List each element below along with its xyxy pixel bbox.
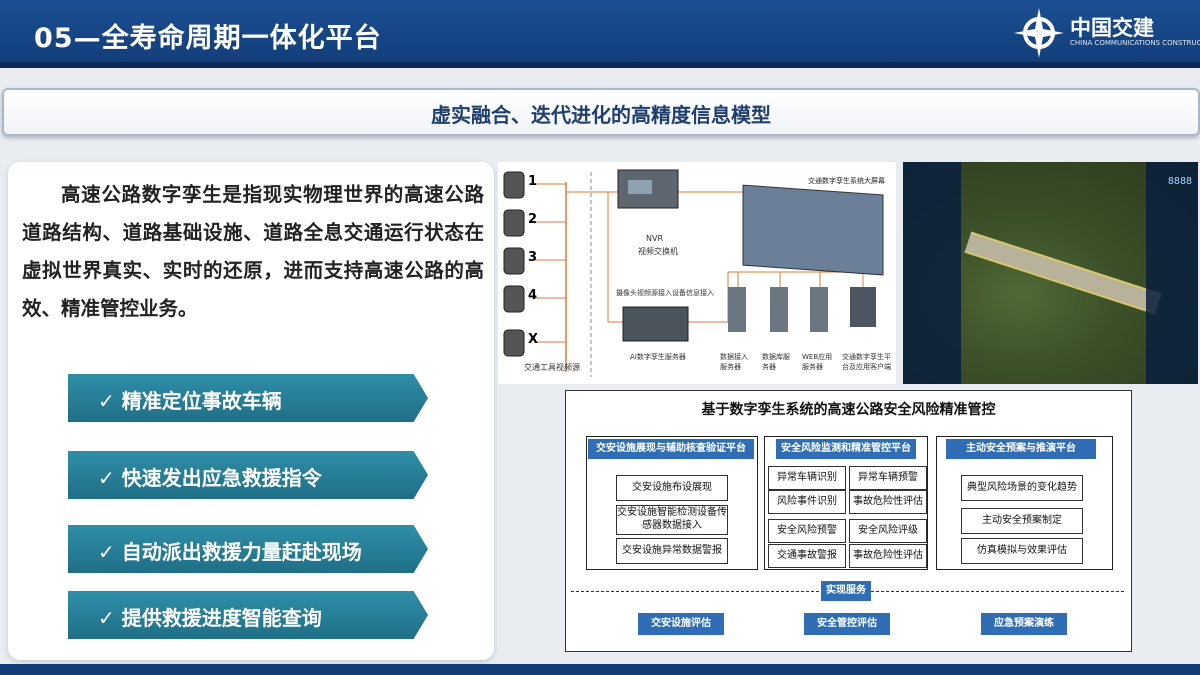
logo-subtext: CHINA COMMUNICATIONS CONSTRUCTION: [1070, 39, 1200, 47]
group-header: 安全风险监测和精准管控平台: [776, 439, 916, 459]
camera-label: X: [528, 332, 539, 347]
server-caption: 数据接入服务器: [720, 353, 748, 371]
server-caption: WEB应用服务器: [802, 353, 833, 371]
diagram-cell: 安全风险评级: [849, 519, 927, 543]
network-lines: [503, 169, 884, 377]
map-digit-readout: 8888: [1167, 176, 1192, 187]
diagram-cell: 异常车辆识别: [768, 466, 846, 490]
feature-label: ✓ 自动派出救援力量赶赴现场: [98, 540, 362, 564]
service-item: 应急预案演练: [981, 613, 1067, 635]
diagram-title: 基于数字孪生系统的高速公路安全风险精准管控: [701, 402, 996, 418]
diagram-cell: 事故危险性评估: [849, 490, 927, 514]
camera-network-diagram: 1 2 3 4 X 交通工具视频源 NVR 视频交换机 交通数字孪生系统大屏幕 …: [498, 162, 896, 384]
logo-text: 中国交建: [1070, 16, 1154, 40]
feature-item: ✓ 快速发出应急救援指令: [68, 451, 428, 499]
feature-item: ✓ 自动派出救援力量赶赴现场: [68, 525, 428, 573]
service-item: 交安设施评估: [638, 613, 724, 635]
page-title: 05—全寿命周期一体化平台: [34, 23, 382, 54]
service-item: 安全管控评估: [804, 613, 890, 635]
screen-caption: 交通数字孪生系统大屏幕: [808, 177, 885, 185]
intro-paragraph: 高速公路数字孪生是指现实物理世界的高速公路道路结构、道路基础设施、道路全息交通运…: [22, 183, 484, 320]
diagram-cell: 异常车辆预警: [849, 466, 927, 490]
feature-label: ✓ 提供救援进度智能查询: [98, 606, 322, 630]
diagram-cell: 交安设施布设展现: [616, 475, 728, 501]
camera-label: 4: [528, 288, 538, 303]
nvr-caption: 视频交换机: [638, 247, 678, 256]
group-header: 交安设施展现与辅助核查验证平台: [588, 439, 754, 459]
map-right-panel: [1146, 162, 1198, 384]
section-banner: 虚实融合、迭代进化的高精度信息模型: [2, 88, 1200, 136]
company-logo: 中国交建 CHINA COMMUNICATIONS CONSTRUCTION: [1012, 6, 1200, 60]
feature-label: ✓ 快速发出应急救援指令: [98, 466, 322, 490]
header-bar: 05—全寿命周期一体化平台 中国交建 CHINA COMMUNICATIONS …: [0, 0, 1200, 68]
service-badge: 实现服务: [821, 581, 871, 601]
system-architecture-diagram: 基于数字孪生系统的高速公路安全风险精准管控 交安设施展现与辅助核查验证平台 交安…: [565, 390, 1132, 652]
camera-label: 2: [528, 212, 538, 227]
footer-strip: [0, 664, 1200, 675]
server-caption: 交通数字孪生平台及应用客户端: [842, 353, 891, 371]
feature-item: ✓ 提供救援进度智能查询: [68, 591, 428, 639]
server-caption: 数据库服务器: [762, 353, 790, 371]
header-stripe: [0, 62, 1200, 68]
nvr-label: NVR: [646, 234, 664, 243]
diagram-cell: 安全风险预警: [768, 519, 846, 543]
diagram-cell: 交安设施智能检测设备传感器数据接入: [616, 505, 728, 535]
camera-label: 3: [528, 250, 538, 265]
compass-logo-icon: [1014, 8, 1064, 58]
diagram-cell: 典型风险场景的变化趋势: [961, 475, 1083, 501]
camera-label: 1: [528, 174, 538, 189]
ai-server-caption: AI数字孪生服务器: [630, 353, 686, 361]
access-caption: 摄像头视频源接入设备信息接入: [616, 289, 714, 297]
group-header: 主动安全预案与推演平台: [946, 439, 1096, 459]
highway-overlay: [964, 231, 1162, 315]
diagram-cell: 主动安全预案制定: [961, 508, 1083, 534]
feature-label: ✓ 精准定位事故车辆: [98, 389, 282, 413]
diagram-cell: 交通事故警报: [768, 544, 846, 568]
feature-item: ✓ 精准定位事故车辆: [68, 374, 428, 422]
diagram-cell: 风险事件识别: [768, 490, 846, 514]
camera-caption: 交通工具视频源: [524, 363, 580, 372]
map-left-panel: [903, 162, 961, 384]
diagram-cell: 交安设施异常数据警报: [616, 538, 728, 564]
diagram-cell: 仿真模拟与效果评估: [961, 538, 1083, 564]
aerial-map-view: 8888: [903, 162, 1198, 384]
diagram-cell: 事故危险性评估: [849, 544, 927, 568]
banner-title: 虚实融合、迭代进化的高精度信息模型: [431, 103, 771, 127]
